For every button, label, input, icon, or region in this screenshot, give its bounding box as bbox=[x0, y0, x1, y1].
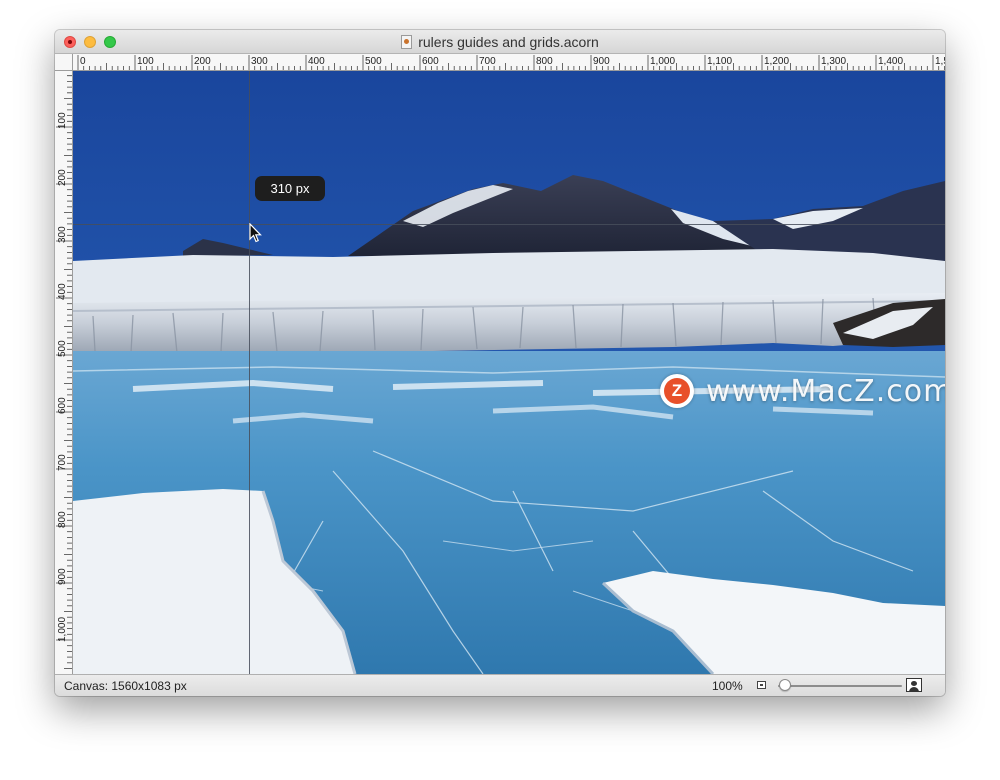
vertical-ruler-label: 300 bbox=[57, 226, 68, 243]
vertical-ruler-label: 800 bbox=[57, 511, 68, 528]
horizontal-ruler-label: 0 bbox=[80, 56, 86, 67]
vertical-guide[interactable] bbox=[249, 71, 250, 674]
window-title-text: rulers guides and grids.acorn bbox=[418, 34, 599, 50]
vertical-ruler-label: 900 bbox=[57, 568, 68, 585]
horizontal-ruler-label: 100 bbox=[137, 56, 154, 67]
vertical-ruler-label: 100 bbox=[57, 112, 68, 129]
horizontal-ruler-label: 700 bbox=[479, 56, 496, 67]
horizontal-ruler-ticks: 0 100 200 300 400 500 600 700 800 900 1,000 1,100 1,… bbox=[77, 55, 945, 70]
horizontal-ruler-label: 300 bbox=[251, 56, 268, 67]
status-bar: Canvas: 1560x1083 px 100% bbox=[55, 674, 945, 696]
horizontal-ruler-label: 1,400 bbox=[878, 56, 903, 67]
horizontal-ruler-label: 600 bbox=[422, 56, 439, 67]
large-image-icon[interactable] bbox=[906, 678, 922, 692]
arrow-cursor-icon bbox=[249, 223, 262, 243]
acorn-document-icon[interactable] bbox=[401, 35, 413, 49]
horizontal-ruler-label: 1,200 bbox=[764, 56, 789, 67]
horizontal-ruler[interactable]: 0 100 200 300 400 500 600 700 800 900 1,000 1,100 1,… bbox=[73, 54, 945, 71]
vertical-ruler-label: 1,000 bbox=[57, 617, 68, 642]
watermark: Z www.MacZ.com bbox=[660, 373, 945, 409]
vertical-ruler-label: 400 bbox=[57, 283, 68, 300]
zoom-slider-track[interactable] bbox=[778, 685, 902, 687]
vertical-ruler-label: 200 bbox=[57, 169, 68, 186]
zoom-percentage[interactable]: 100% bbox=[712, 679, 743, 693]
vertical-ruler-ticks: 100 200 300 400 500 600 700 800 900 1,000 bbox=[56, 75, 72, 669]
horizontal-ruler-label: 400 bbox=[308, 56, 325, 67]
guide-position-tooltip: 310 px bbox=[255, 176, 325, 201]
document-window: rulers guides and grids.acorn 0 100 200 300… bbox=[55, 30, 945, 696]
vertical-ruler-label: 700 bbox=[57, 454, 68, 471]
horizontal-ruler-label: 900 bbox=[593, 56, 610, 67]
horizontal-ruler-label: 1,000 bbox=[650, 56, 675, 67]
macz-logo-icon: Z bbox=[660, 374, 694, 408]
titlebar[interactable]: rulers guides and grids.acorn bbox=[55, 30, 945, 54]
ruler-corner bbox=[55, 54, 73, 71]
watermark-text: www.MacZ.com bbox=[706, 373, 945, 409]
window-title: rulers guides and grids.acorn bbox=[55, 34, 945, 50]
vertical-ruler[interactable]: 100 200 300 400 500 600 700 800 900 1,000 bbox=[55, 71, 73, 674]
canvas-size-label: Canvas: 1560x1083 px bbox=[64, 679, 187, 693]
zoom-slider-thumb[interactable] bbox=[779, 679, 791, 691]
horizontal-ruler-label: 1,100 bbox=[707, 56, 732, 67]
horizontal-ruler-label: 800 bbox=[536, 56, 553, 67]
horizontal-ruler-label: 200 bbox=[194, 56, 211, 67]
horizontal-ruler-label: 1,5 bbox=[935, 56, 945, 67]
macz-logo-letter: Z bbox=[664, 378, 690, 404]
vertical-ruler-label: 600 bbox=[57, 397, 68, 414]
horizontal-guide[interactable] bbox=[73, 224, 945, 225]
vertical-ruler-label: 500 bbox=[57, 340, 68, 357]
horizontal-ruler-label: 500 bbox=[365, 56, 382, 67]
horizontal-ruler-label: 1,300 bbox=[821, 56, 846, 67]
image-canvas[interactable]: 310 px Z www.MacZ.com bbox=[73, 71, 945, 674]
small-image-icon[interactable] bbox=[757, 681, 766, 689]
